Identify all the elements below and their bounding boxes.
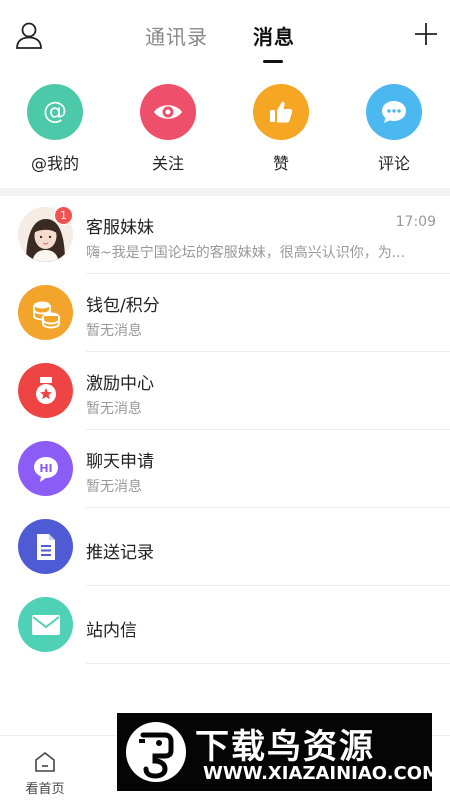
message-title: 站内信 — [86, 621, 137, 641]
message-title: 聊天申请 — [86, 452, 154, 472]
comment-icon — [366, 84, 422, 140]
quick-action-label: 评论 — [377, 154, 410, 173]
quick-action-label: @我的 — [30, 154, 79, 173]
mail-icon — [18, 597, 73, 652]
tab-contacts[interactable]: 通讯录 — [145, 21, 208, 50]
quick-action-likes[interactable]: 赞 — [236, 84, 326, 174]
quick-action-label: 赞 — [272, 154, 289, 173]
watermark-banner: 下载鸟资源 WWW.XIAZAINIAO.COM — [117, 713, 440, 791]
message-preview: 嗨~我是宁国论坛的客服妹妹，很高兴认识你，为... — [86, 245, 406, 261]
nav-home[interactable]: 看首页 — [0, 736, 90, 800]
message-title: 钱包/积分 — [86, 296, 160, 316]
svg-text:HI: HI — [39, 462, 52, 475]
tab-bar: 通讯录 消息 — [0, 0, 450, 70]
list-item-rewards[interactable]: 激励中心 暂无消息 — [0, 352, 450, 430]
document-icon — [18, 519, 73, 574]
medal-icon — [18, 363, 73, 418]
bird-logo-icon — [126, 722, 186, 782]
tab-messages[interactable]: 消息 — [253, 21, 295, 50]
thumbs-up-icon — [253, 84, 309, 140]
message-preview: 暂无消息 — [86, 401, 142, 417]
quick-action-comments[interactable]: 评论 — [349, 84, 439, 174]
unread-badge: 1 — [54, 206, 73, 225]
list-item-customer-service[interactable]: 1 客服妹妹 嗨~我是宁国论坛的客服妹妹，很高兴认识你，为... 17:09 — [0, 196, 450, 274]
list-item-chat-requests[interactable]: HI 聊天申请 暂无消息 — [0, 430, 450, 508]
section-divider — [0, 188, 450, 196]
coins-icon — [18, 285, 73, 340]
message-title: 推送记录 — [86, 543, 154, 563]
active-tab-indicator — [263, 60, 283, 63]
at-icon: @ — [27, 84, 83, 140]
eye-icon — [140, 84, 196, 140]
home-icon — [35, 751, 55, 772]
chat-hi-icon: HI — [18, 441, 73, 496]
add-icon[interactable] — [414, 22, 438, 46]
quick-action-mentions[interactable]: @ @我的 — [10, 84, 100, 174]
quick-actions: @ @我的 关注 赞 评论 — [0, 84, 450, 184]
message-title: 客服妹妹 — [86, 218, 154, 238]
list-item-site-mail[interactable]: 站内信 — [0, 586, 450, 664]
list-item-wallet[interactable]: 钱包/积分 暂无消息 — [0, 274, 450, 352]
watermark-url: WWW.XIAZAINIAO.COM — [203, 763, 440, 784]
message-preview: 暂无消息 — [86, 479, 142, 495]
quick-action-label: 关注 — [151, 154, 184, 173]
quick-action-follow[interactable]: 关注 — [123, 84, 213, 174]
message-time: 17:09 — [395, 214, 436, 230]
top-header: 通讯录 消息 — [0, 0, 450, 70]
watermark-title: 下载鸟资源 — [195, 727, 375, 767]
list-item-push-records[interactable]: 推送记录 — [0, 508, 450, 586]
divider — [86, 663, 450, 664]
svg-text:@: @ — [43, 97, 67, 125]
nav-label: 看首页 — [25, 782, 65, 797]
message-title: 激励中心 — [86, 374, 154, 394]
message-list: 1 客服妹妹 嗨~我是宁国论坛的客服妹妹，很高兴认识你，为... 17:09 钱… — [0, 196, 450, 664]
message-preview: 暂无消息 — [86, 323, 142, 339]
